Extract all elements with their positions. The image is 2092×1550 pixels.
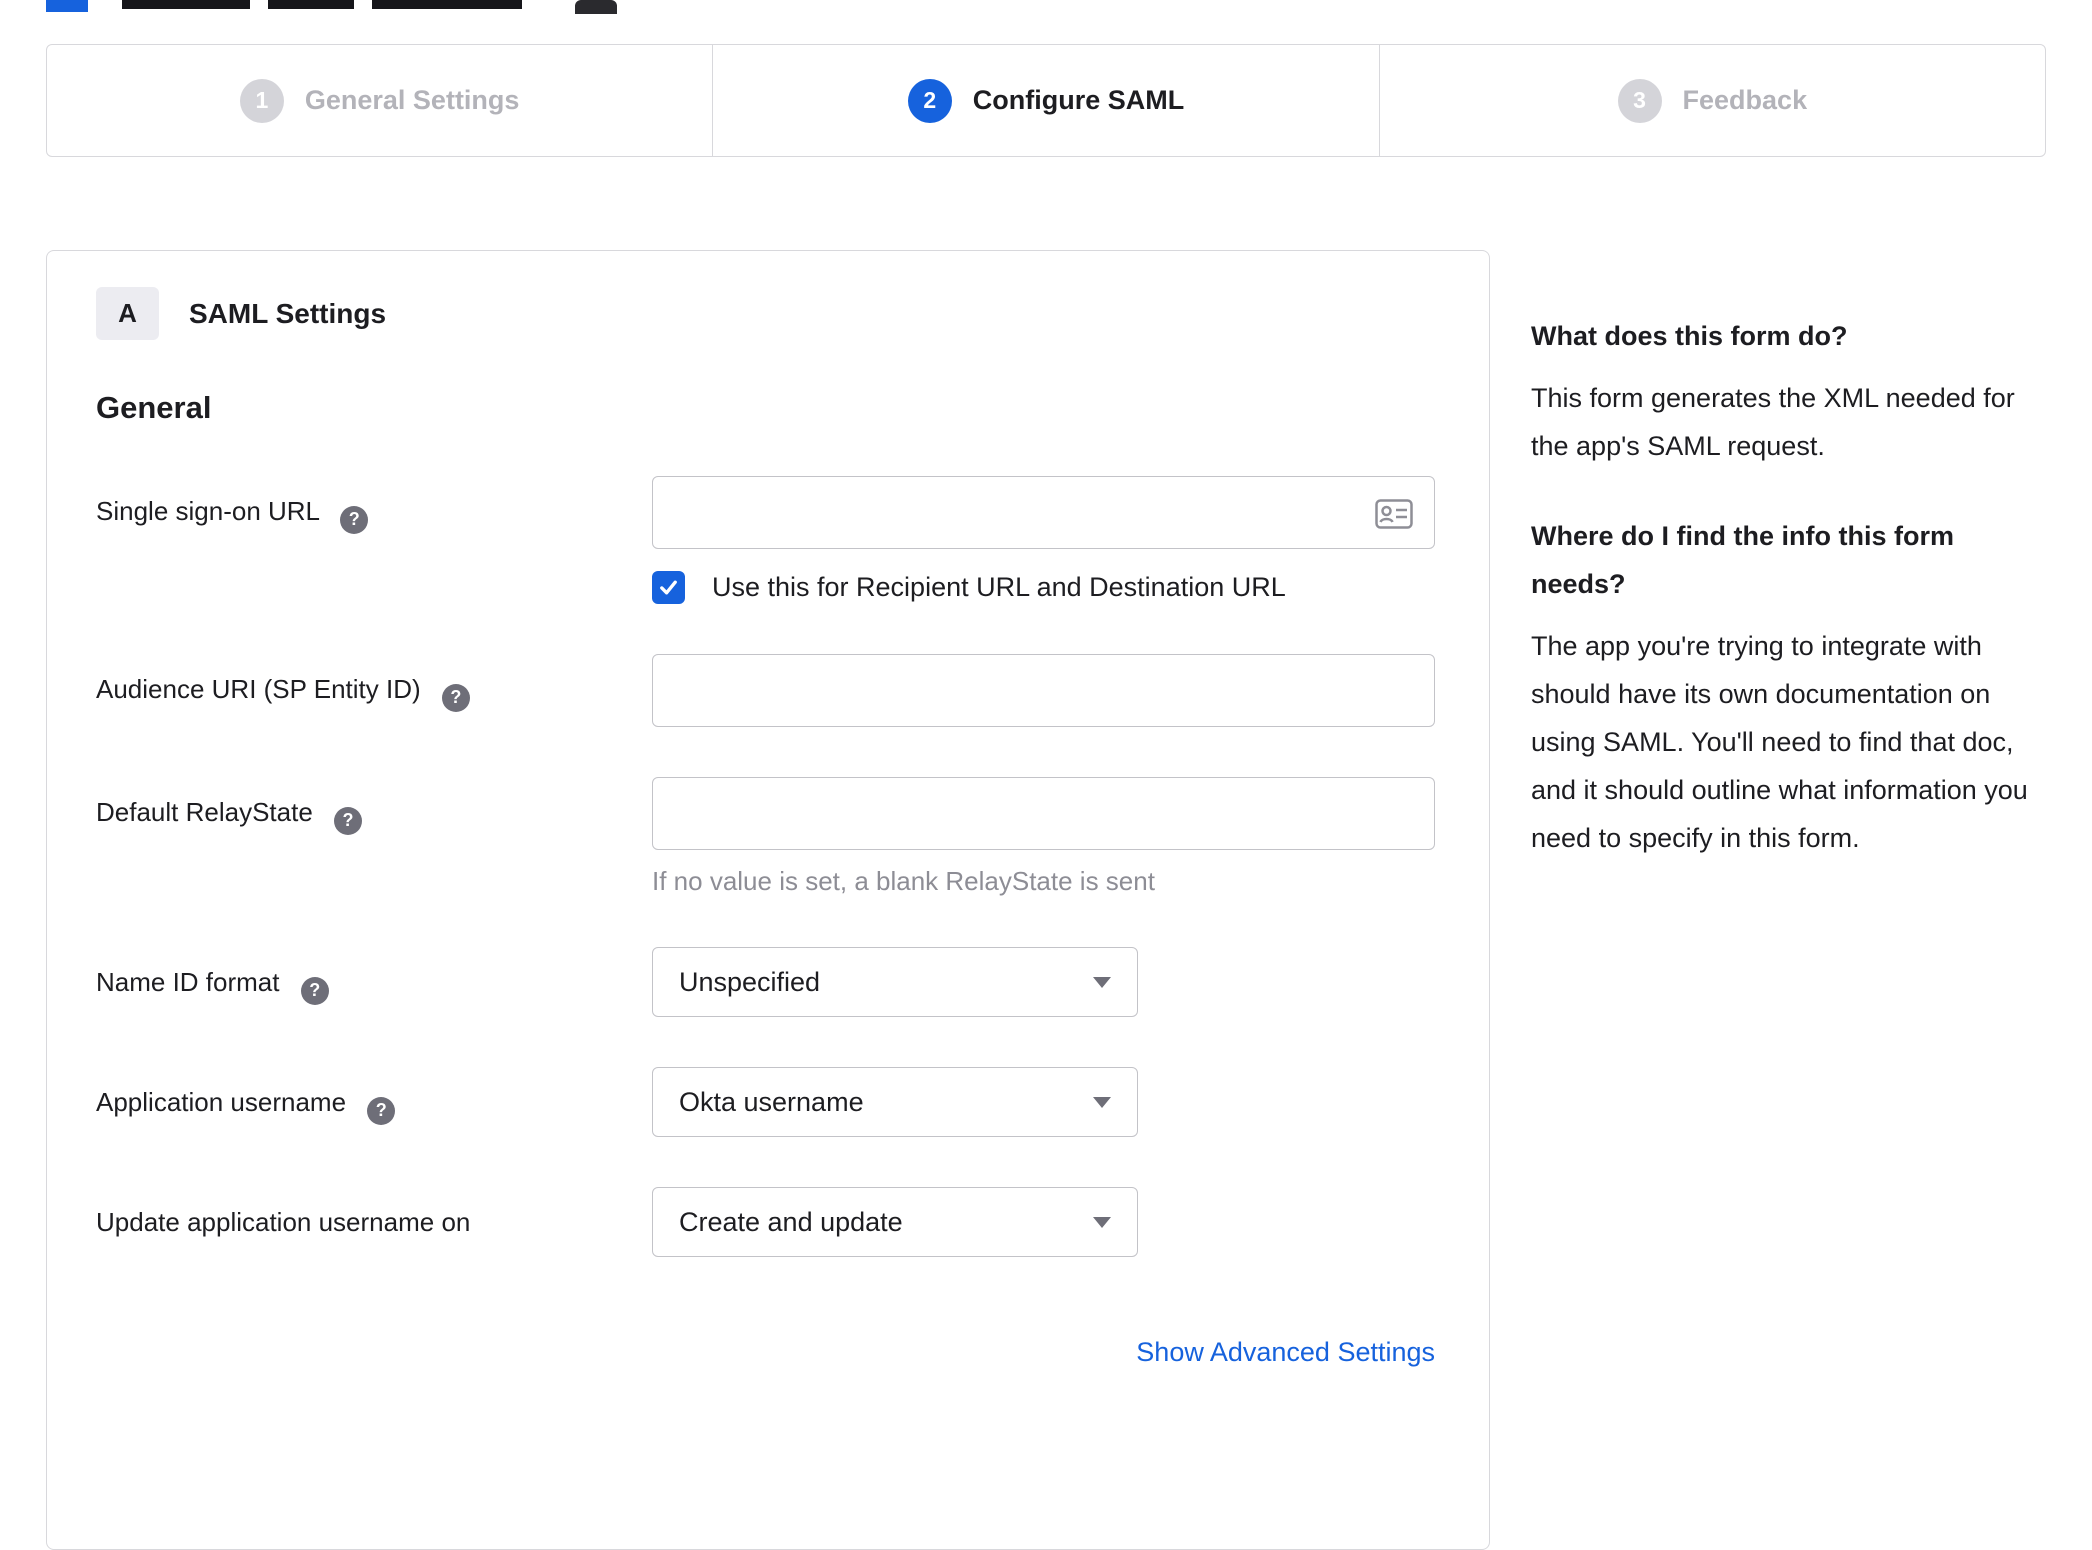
update-username-label: Update application username on (96, 1187, 652, 1257)
form-row-name-id-format: Name ID format ? Unspecified (96, 947, 1440, 1017)
sso-url-input[interactable] (652, 476, 1435, 549)
sso-url-label-text: Single sign-on URL (96, 496, 320, 526)
show-advanced-settings-link[interactable]: Show Advanced Settings (1136, 1337, 1435, 1367)
name-id-format-label-text: Name ID format (96, 967, 280, 997)
cropped-header-strip (0, 0, 2092, 14)
audience-uri-control (652, 654, 1440, 727)
help-icon[interactable]: ? (367, 1096, 396, 1125)
recipient-url-checkbox[interactable] (652, 571, 685, 604)
application-username-select[interactable]: Okta username (652, 1067, 1138, 1137)
step-general-settings[interactable]: 1 General Settings (47, 45, 714, 156)
name-id-format-control: Unspecified (652, 947, 1440, 1017)
update-username-value: Create and update (679, 1206, 903, 1237)
help-icon[interactable]: ? (441, 683, 470, 712)
step-configure-saml[interactable]: 2 Configure SAML (713, 45, 1380, 156)
cropped-title-fragment (372, 0, 522, 9)
help-answer-2: The app you're trying to integrate with … (1531, 631, 2028, 853)
help-question-1: What does this form do? (1531, 321, 1848, 351)
wizard-stepper: 1 General Settings 2 Configure SAML 3 Fe… (46, 44, 2046, 157)
application-username-label: Application username ? (96, 1067, 652, 1137)
relay-state-label: Default RelayState ? (96, 777, 652, 897)
advanced-settings-row: Show Advanced Settings (652, 1337, 1435, 1368)
sso-url-input-wrap (652, 476, 1435, 549)
chevron-down-icon (1093, 1096, 1111, 1108)
step-label: Configure SAML (972, 85, 1185, 115)
help-icon[interactable]: ? (300, 976, 329, 1005)
step-feedback[interactable]: 3 Feedback (1380, 45, 2045, 156)
panel-header: A SAML Settings (96, 287, 1440, 340)
audience-uri-label: Audience URI (SP Entity ID) ? (96, 654, 652, 727)
step-number-badge: 1 (239, 78, 284, 123)
application-username-control: Okta username (652, 1067, 1440, 1137)
relay-state-label-text: Default RelayState (96, 797, 313, 827)
saml-settings-panel: A SAML Settings General Single sign-on U… (46, 250, 1490, 1550)
name-id-format-select[interactable]: Unspecified (652, 947, 1138, 1017)
main-content: A SAML Settings General Single sign-on U… (46, 250, 2046, 1550)
help-answer-1: This form generates the XML needed for t… (1531, 383, 2015, 461)
chevron-down-icon (1093, 976, 1111, 988)
application-username-value: Okta username (679, 1086, 864, 1117)
saml-form: Single sign-on URL ? Use this for Recipi… (96, 476, 1440, 1368)
sso-checkbox-row: Use this for Recipient URL and Destinati… (652, 571, 1440, 604)
form-row-relay-state: Default RelayState ? If no value is set,… (96, 777, 1440, 897)
sso-url-label: Single sign-on URL ? (96, 476, 652, 604)
cropped-title-fragment (122, 0, 250, 9)
update-username-control: Create and update (652, 1187, 1440, 1257)
section-a-badge: A (96, 287, 159, 340)
form-row-application-username: Application username ? Okta username (96, 1067, 1440, 1137)
relay-state-control: If no value is set, a blank RelayState i… (652, 777, 1440, 897)
update-username-select[interactable]: Create and update (652, 1187, 1138, 1257)
application-username-label-text: Application username (96, 1087, 347, 1117)
contact-card-icon[interactable] (1375, 499, 1413, 529)
name-id-format-label: Name ID format ? (96, 947, 652, 1017)
recipient-url-checkbox-label[interactable]: Use this for Recipient URL and Destinati… (712, 572, 1286, 603)
form-row-audience-uri: Audience URI (SP Entity ID) ? (96, 654, 1440, 727)
cropped-logo-fragment (46, 0, 88, 12)
audience-uri-input[interactable] (652, 654, 1435, 727)
cropped-title-fragment (268, 0, 354, 9)
relay-state-input-wrap (652, 777, 1435, 850)
form-row-sso-url: Single sign-on URL ? Use this for Recipi… (96, 476, 1440, 604)
help-icon[interactable]: ? (334, 806, 363, 835)
step-number-badge: 2 (907, 78, 952, 123)
audience-uri-input-wrap (652, 654, 1435, 727)
step-label: General Settings (304, 85, 520, 115)
step-number-badge: 3 (1617, 78, 1662, 123)
cropped-gear-icon (575, 0, 617, 14)
name-id-format-value: Unspecified (679, 966, 821, 997)
audience-uri-label-text: Audience URI (SP Entity ID) (96, 674, 421, 704)
section-title: SAML Settings (189, 297, 387, 329)
chevron-down-icon (1093, 1216, 1111, 1228)
form-row-update-username: Update application username on Create an… (96, 1187, 1440, 1257)
sso-url-control: Use this for Recipient URL and Destinati… (652, 476, 1440, 604)
help-question-2: Where do I find the info this form needs… (1531, 521, 1954, 599)
checkmark-icon (660, 580, 677, 595)
update-username-label-text: Update application username on (96, 1207, 471, 1237)
general-group-title: General (96, 390, 212, 425)
step-label: Feedback (1682, 85, 1808, 115)
help-icon[interactable]: ? (340, 505, 369, 534)
relay-state-input[interactable] (652, 777, 1435, 850)
relay-state-hint: If no value is set, a blank RelayState i… (652, 866, 1155, 896)
help-panel: What does this form do? This form genera… (1531, 250, 2043, 904)
